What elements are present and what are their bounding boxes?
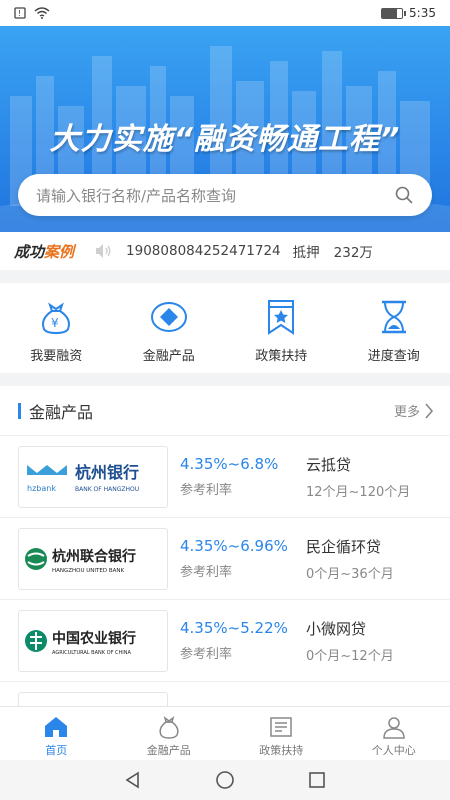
quick-menu: ¥ 我要融资 金融产品 政策扶持 进度查询 <box>0 283 450 373</box>
money-bag-icon <box>159 716 179 739</box>
case-amount: 232万 <box>333 245 373 261</box>
bank-logo-hangzhou-united: 杭州联合银行 HANGZHOU UNITED BANK <box>18 527 168 590</box>
user-icon <box>382 717 405 739</box>
money-bag-icon: ¥ <box>42 302 71 335</box>
quick-item-apply-financing[interactable]: ¥ 我要融资 <box>0 283 113 373</box>
rate-label: 参考利率 <box>180 565 233 580</box>
section-title: 金融产品 <box>29 402 94 422</box>
svg-text:杭州联合银行: 杭州联合银行 <box>52 548 136 565</box>
bookmark-star-icon <box>268 300 295 335</box>
bottom-tab-bar: 首页 金融产品 政策扶持 个人中心 <box>0 706 450 760</box>
product-name: 小微网贷 <box>306 619 367 638</box>
quick-item-financial-products[interactable]: 金融产品 <box>113 283 226 373</box>
status-bar: ! 5:35 <box>0 0 450 26</box>
more-link[interactable]: 更多 <box>394 401 434 420</box>
product-row[interactable]: hzbank 杭州银行 BANK OF HANGZHOU 4.35%~6.8% … <box>0 436 450 518</box>
wifi-icon <box>34 7 50 19</box>
hero-banner[interactable]: 大力实施“融资畅通工程” 请输入银行名称/产品名称查询 <box>0 26 450 232</box>
tab-personal-center[interactable]: 个人中心 <box>338 707 450 760</box>
svg-text:!: ! <box>18 9 21 18</box>
quick-item-progress-query[interactable]: 进度查询 <box>338 283 450 373</box>
case-number: 19080808425247​1724 <box>126 243 281 259</box>
chevron-right-icon <box>425 402 434 419</box>
svg-text:BANK OF HANGZHOU: BANK OF HANGZHOU <box>75 486 139 493</box>
rate-value: 4.35%~6.8% <box>180 455 279 473</box>
tab-policy-support[interactable]: 政策扶持 <box>225 707 338 760</box>
svg-text:中国农业银行: 中国农业银行 <box>52 630 136 647</box>
product-row[interactable]: 中国农业银行 AGRICULTURAL BANK OF CHINA 4.35%~… <box>0 600 450 682</box>
system-nav-bar <box>0 760 450 800</box>
tab-home[interactable]: 首页 <box>0 707 113 760</box>
product-term: 0个月~36个月 <box>306 566 394 582</box>
speaker-icon <box>96 244 111 258</box>
search-icon[interactable] <box>394 185 414 205</box>
notification-icon: ! <box>14 7 26 19</box>
rate-value: 4.35%~6.96% <box>180 537 288 555</box>
status-time: 5:35 <box>409 6 436 20</box>
back-icon[interactable] <box>123 770 143 790</box>
bank-logo-placeholder <box>18 691 168 706</box>
tab-financial-products[interactable]: 金融产品 <box>113 707 226 760</box>
battery-icon <box>381 7 407 19</box>
home-circle-icon[interactable] <box>215 770 235 790</box>
rate-value: 4.35%~5.22% <box>180 619 288 637</box>
product-name: 云抵贷 <box>306 455 352 474</box>
rate-label: 参考利率 <box>180 647 233 662</box>
diamond-icon <box>150 302 187 332</box>
success-case-tag: 成功案例 <box>14 242 75 261</box>
success-case-ticker[interactable]: 成功案例 19080808425247​1724 抵押 232万 <box>0 232 450 270</box>
product-term: 12个月~120个月 <box>306 484 411 500</box>
case-type: 抵押 <box>292 245 320 261</box>
bank-logo-hangzhou: hzbank 杭州银行 BANK OF HANGZHOU <box>18 445 168 508</box>
search-input[interactable]: 请输入银行名称/产品名称查询 <box>18 174 432 216</box>
product-row[interactable] <box>0 682 450 706</box>
product-name: 民企循环贷 <box>306 537 382 556</box>
financial-products-section: 金融产品 更多 hzbank 杭州银行 BANK OF HANGZHOU 4.3… <box>0 386 450 706</box>
document-icon <box>270 717 292 737</box>
svg-text:hzbank: hzbank <box>27 484 56 493</box>
section-accent-bar <box>18 402 21 419</box>
rate-label: 参考利率 <box>180 483 233 498</box>
hourglass-icon <box>381 300 406 334</box>
svg-text:杭州银行: 杭州银行 <box>75 463 139 482</box>
banner-title: 大力实施“融资畅通工程” <box>49 122 401 157</box>
search-placeholder: 请输入银行名称/产品名称查询 <box>36 186 237 205</box>
product-row[interactable]: 杭州联合银行 HANGZHOU UNITED BANK 4.35%~6.96% … <box>0 518 450 600</box>
svg-text:¥: ¥ <box>51 316 59 330</box>
section-header: 金融产品 更多 <box>0 386 450 436</box>
svg-text:AGRICULTURAL BANK OF CHINA: AGRICULTURAL BANK OF CHINA <box>52 650 132 656</box>
quick-item-policy-support[interactable]: 政策扶持 <box>225 283 338 373</box>
bank-logo-abc: 中国农业银行 AGRICULTURAL BANK OF CHINA <box>18 609 168 672</box>
product-term: 0个月~12个月 <box>306 648 394 664</box>
svg-text:HANGZHOU UNITED BANK: HANGZHOU UNITED BANK <box>52 568 125 574</box>
home-icon <box>45 717 68 737</box>
recents-icon[interactable] <box>307 770 327 790</box>
